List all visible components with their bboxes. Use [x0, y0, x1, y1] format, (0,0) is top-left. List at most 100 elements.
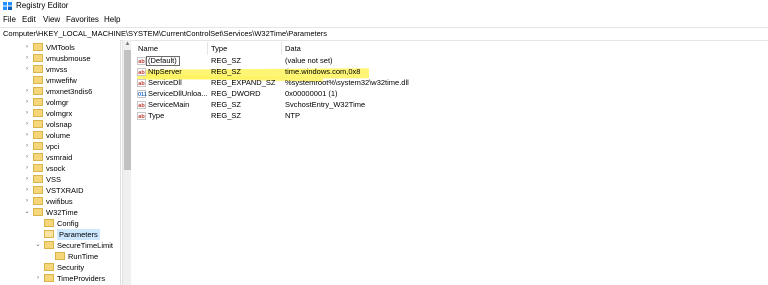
string-value-icon: ab — [137, 79, 146, 87]
folder-icon — [33, 131, 43, 139]
tree-item[interactable]: › volume — [0, 130, 120, 141]
tree-item[interactable]: › vsmraid — [0, 152, 120, 163]
tree-item[interactable]: › vsock — [0, 163, 120, 174]
folder-icon — [55, 252, 65, 260]
chevron-right-icon[interactable]: › — [35, 275, 41, 281]
menu-view[interactable]: View — [43, 14, 60, 26]
tree-item-label: W32Time — [46, 208, 78, 217]
column-header-data[interactable]: Data — [285, 44, 301, 54]
value-row[interactable]: ab NtpServer REG_SZ time.windows.com,0x8 — [133, 67, 493, 77]
chevron-right-icon[interactable]: › — [24, 88, 30, 94]
tree-item[interactable]: › VSS — [0, 174, 120, 185]
title-bar: Registry Editor — [0, 0, 768, 12]
tree-item[interactable]: › VSTXRAID — [0, 185, 120, 196]
value-type: REG_DWORD — [211, 89, 261, 98]
value-data: (value not set) — [285, 56, 333, 65]
folder-icon — [33, 208, 43, 216]
chevron-right-icon[interactable]: › — [24, 165, 30, 171]
chevron-down-icon[interactable]: ⌄ — [24, 209, 30, 215]
tree-item[interactable]: › vmxnet3ndis6 — [0, 86, 120, 97]
tree-item[interactable]: › vpci — [0, 141, 120, 152]
tree-item[interactable]: Config — [0, 218, 120, 229]
chevron-right-icon[interactable]: › — [24, 55, 30, 61]
address-path[interactable]: Computer\HKEY_LOCAL_MACHINE\SYSTEM\Curre… — [3, 28, 327, 40]
value-row[interactable]: 011 ServiceDllUnloa... REG_DWORD 0x00000001… — [133, 89, 493, 99]
value-type: REG_SZ — [211, 56, 242, 65]
tree-item-label: vmwefifw — [46, 76, 77, 85]
folder-icon — [33, 109, 43, 117]
menu-bar: File Edit View Favorites Help — [0, 14, 768, 26]
tree-item[interactable]: vmwefifw — [0, 75, 120, 86]
folder-icon — [33, 120, 43, 128]
menu-favorites[interactable]: Favorites — [66, 14, 99, 26]
tree-item[interactable]: › vwifibus — [0, 196, 120, 207]
chevron-right-icon[interactable]: › — [24, 66, 30, 72]
tree-item[interactable]: ⌄ SecureTimeLimit — [0, 240, 120, 251]
chevron-right-icon[interactable]: › — [24, 121, 30, 127]
scroll-up-icon[interactable]: ▲ — [123, 40, 132, 48]
menu-edit[interactable]: Edit — [22, 14, 36, 26]
menu-help[interactable]: Help — [104, 14, 120, 26]
folder-icon — [33, 153, 43, 161]
menu-file[interactable]: File — [3, 14, 16, 26]
string-value-icon: ab — [137, 68, 146, 76]
folder-icon — [33, 98, 43, 106]
folder-icon — [44, 274, 54, 282]
address-bar[interactable]: Computer\HKEY_LOCAL_MACHINE\SYSTEM\Curre… — [0, 27, 768, 41]
tree-item[interactable]: › VMTools — [0, 42, 120, 53]
tree-item[interactable]: ⌄ W32Time — [0, 207, 120, 218]
tree-item-label: VSTXRAID — [46, 186, 84, 195]
key-tree[interactable]: › VMTools › vmusbmouse › vmvss vmwefifw › vmxnet… — [0, 40, 120, 285]
value-name: NtpServer — [148, 67, 182, 76]
tree-item[interactable]: › vmusbmouse — [0, 53, 120, 64]
value-data: NTP — [285, 111, 300, 120]
chevron-right-icon[interactable]: › — [24, 143, 30, 149]
tree-scrollbar[interactable]: ▲ — [122, 40, 131, 285]
chevron-right-icon[interactable]: › — [24, 154, 30, 160]
string-value-icon: ab — [137, 57, 146, 65]
value-row[interactable]: ab ServiceDll REG_EXPAND_SZ %systemroot%\sy… — [133, 78, 493, 88]
folder-icon — [44, 230, 54, 238]
tree-item[interactable]: Parameters — [0, 229, 120, 240]
registry-editor-icon — [3, 2, 12, 10]
scrollbar-thumb[interactable] — [124, 50, 131, 170]
value-name: Type — [148, 111, 165, 120]
string-value-icon: ab — [137, 112, 146, 120]
column-header-name[interactable]: Name — [138, 44, 158, 54]
column-separator[interactable] — [281, 42, 282, 55]
tree-item[interactable]: › TimeProviders — [0, 273, 120, 284]
folder-icon — [44, 263, 54, 271]
chevron-down-icon[interactable]: ⌄ — [35, 242, 41, 248]
pane-splitter[interactable] — [120, 40, 121, 285]
tree-item-label: Parameters — [57, 229, 100, 240]
folder-icon — [44, 241, 54, 249]
value-row[interactable]: ab Type REG_SZ NTP — [133, 111, 493, 121]
chevron-right-icon[interactable]: › — [24, 132, 30, 138]
tree-item-label: vmusbmouse — [46, 54, 91, 63]
tree-item-label: vmvss — [46, 65, 68, 74]
chevron-right-icon[interactable]: › — [24, 99, 30, 105]
value-row[interactable]: ab ServiceMain REG_SZ SvchostEntry_W32Time — [133, 100, 493, 110]
chevron-right-icon[interactable]: › — [24, 110, 30, 116]
value-row[interactable]: ab (Default) REG_SZ (value not set) — [133, 56, 493, 66]
folder-icon — [33, 186, 43, 194]
folder-icon — [33, 54, 43, 62]
window-title: Registry Editor — [16, 1, 69, 10]
tree-item[interactable]: Security — [0, 262, 120, 273]
tree-item-label: TimeProviders — [57, 274, 106, 283]
tree-item[interactable]: › volmgrx — [0, 108, 120, 119]
tree-item-label: vpci — [46, 142, 60, 151]
chevron-right-icon[interactable]: › — [24, 44, 30, 50]
tree-item[interactable]: › volmgr — [0, 97, 120, 108]
column-separator[interactable] — [207, 42, 208, 55]
tree-item[interactable]: › volsnap — [0, 119, 120, 130]
column-header-type[interactable]: Type — [211, 44, 227, 54]
tree-item-label: VSS — [46, 175, 62, 184]
chevron-right-icon[interactable]: › — [24, 198, 30, 204]
tree-item[interactable]: › vmvss — [0, 64, 120, 75]
tree-item[interactable]: RunTime — [0, 251, 120, 262]
folder-icon — [33, 43, 43, 51]
chevron-right-icon[interactable]: › — [24, 187, 30, 193]
chevron-right-icon[interactable]: › — [24, 176, 30, 182]
value-name: ServiceDll — [148, 78, 182, 87]
